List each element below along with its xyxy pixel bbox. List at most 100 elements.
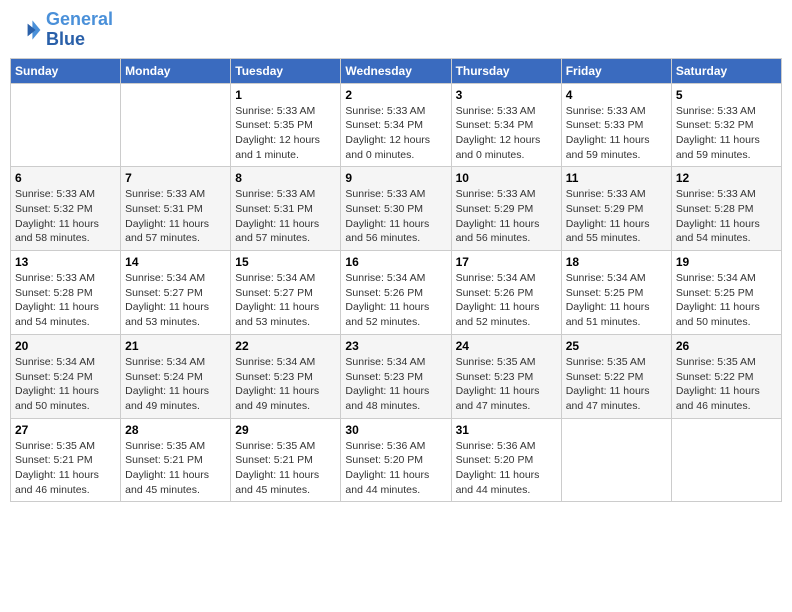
calendar-cell	[561, 418, 671, 502]
day-info: Sunrise: 5:34 AMSunset: 5:26 PMDaylight:…	[456, 271, 557, 330]
day-info: Sunrise: 5:33 AMSunset: 5:30 PMDaylight:…	[345, 187, 446, 246]
calendar-cell: 7 Sunrise: 5:33 AMSunset: 5:31 PMDaylight…	[121, 167, 231, 251]
calendar-cell: 18 Sunrise: 5:34 AMSunset: 5:25 PMDayligh…	[561, 251, 671, 335]
day-info: Sunrise: 5:35 AMSunset: 5:23 PMDaylight:…	[456, 355, 557, 414]
weekday-header-wednesday: Wednesday	[341, 58, 451, 83]
day-number: 18	[566, 255, 667, 269]
day-number: 21	[125, 339, 226, 353]
day-number: 13	[15, 255, 116, 269]
calendar-cell: 21 Sunrise: 5:34 AMSunset: 5:24 PMDayligh…	[121, 334, 231, 418]
day-info: Sunrise: 5:34 AMSunset: 5:25 PMDaylight:…	[566, 271, 667, 330]
calendar-cell: 19 Sunrise: 5:34 AMSunset: 5:25 PMDayligh…	[671, 251, 781, 335]
day-number: 5	[676, 88, 777, 102]
day-number: 4	[566, 88, 667, 102]
calendar-cell: 23 Sunrise: 5:34 AMSunset: 5:23 PMDayligh…	[341, 334, 451, 418]
day-info: Sunrise: 5:33 AMSunset: 5:31 PMDaylight:…	[125, 187, 226, 246]
day-number: 1	[235, 88, 336, 102]
calendar-cell: 26 Sunrise: 5:35 AMSunset: 5:22 PMDayligh…	[671, 334, 781, 418]
day-number: 17	[456, 255, 557, 269]
day-info: Sunrise: 5:33 AMSunset: 5:32 PMDaylight:…	[15, 187, 116, 246]
calendar-cell	[11, 83, 121, 167]
calendar-cell: 8 Sunrise: 5:33 AMSunset: 5:31 PMDaylight…	[231, 167, 341, 251]
day-info: Sunrise: 5:34 AMSunset: 5:24 PMDaylight:…	[125, 355, 226, 414]
day-number: 8	[235, 171, 336, 185]
day-number: 10	[456, 171, 557, 185]
day-info: Sunrise: 5:34 AMSunset: 5:27 PMDaylight:…	[125, 271, 226, 330]
calendar-cell: 9Sunrise: 5:33 AMSunset: 5:30 PMDaylight…	[341, 167, 451, 251]
calendar-cell: 14 Sunrise: 5:34 AMSunset: 5:27 PMDayligh…	[121, 251, 231, 335]
weekday-header-monday: Monday	[121, 58, 231, 83]
day-number: 27	[15, 423, 116, 437]
day-number: 16	[345, 255, 446, 269]
day-info: Sunrise: 5:34 AMSunset: 5:25 PMDaylight:…	[676, 271, 777, 330]
day-info: Sunrise: 5:35 AMSunset: 5:21 PMDaylight:…	[235, 439, 336, 498]
weekday-header-saturday: Saturday	[671, 58, 781, 83]
day-number: 6	[15, 171, 116, 185]
day-info: Sunrise: 5:35 AMSunset: 5:21 PMDaylight:…	[125, 439, 226, 498]
weekday-header-thursday: Thursday	[451, 58, 561, 83]
calendar-cell: 30Sunrise: 5:36 AMSunset: 5:20 PMDayligh…	[341, 418, 451, 502]
day-number: 15	[235, 255, 336, 269]
day-info: Sunrise: 5:33 AMSunset: 5:29 PMDaylight:…	[566, 187, 667, 246]
day-info: Sunrise: 5:33 AMSunset: 5:34 PMDaylight:…	[456, 104, 557, 163]
day-number: 7	[125, 171, 226, 185]
day-number: 2	[345, 88, 446, 102]
calendar-cell: 25 Sunrise: 5:35 AMSunset: 5:22 PMDayligh…	[561, 334, 671, 418]
weekday-header-tuesday: Tuesday	[231, 58, 341, 83]
day-info: Sunrise: 5:34 AMSunset: 5:27 PMDaylight:…	[235, 271, 336, 330]
day-info: Sunrise: 5:34 AMSunset: 5:24 PMDaylight:…	[15, 355, 116, 414]
calendar-cell: 31 Sunrise: 5:36 AMSunset: 5:20 PMDayligh…	[451, 418, 561, 502]
day-number: 29	[235, 423, 336, 437]
day-info: Sunrise: 5:34 AMSunset: 5:23 PMDaylight:…	[235, 355, 336, 414]
calendar-cell: 13 Sunrise: 5:33 AMSunset: 5:28 PMDayligh…	[11, 251, 121, 335]
day-number: 14	[125, 255, 226, 269]
day-number: 24	[456, 339, 557, 353]
calendar-cell: 20 Sunrise: 5:34 AMSunset: 5:24 PMDayligh…	[11, 334, 121, 418]
calendar-cell: 27 Sunrise: 5:35 AMSunset: 5:21 PMDayligh…	[11, 418, 121, 502]
day-info: Sunrise: 5:33 AMSunset: 5:28 PMDaylight:…	[676, 187, 777, 246]
page-header: General Blue	[10, 10, 782, 50]
day-info: Sunrise: 5:33 AMSunset: 5:32 PMDaylight:…	[676, 104, 777, 163]
day-number: 20	[15, 339, 116, 353]
weekday-header-friday: Friday	[561, 58, 671, 83]
day-info: Sunrise: 5:35 AMSunset: 5:21 PMDaylight:…	[15, 439, 116, 498]
day-info: Sunrise: 5:36 AMSunset: 5:20 PMDaylight:…	[456, 439, 557, 498]
day-info: Sunrise: 5:33 AMSunset: 5:35 PMDaylight:…	[235, 104, 336, 163]
day-info: Sunrise: 5:33 AMSunset: 5:28 PMDaylight:…	[15, 271, 116, 330]
calendar-cell: 15 Sunrise: 5:34 AMSunset: 5:27 PMDayligh…	[231, 251, 341, 335]
calendar-cell: 29 Sunrise: 5:35 AMSunset: 5:21 PMDayligh…	[231, 418, 341, 502]
logo: General Blue	[10, 10, 113, 50]
day-info: Sunrise: 5:34 AMSunset: 5:23 PMDaylight:…	[345, 355, 446, 414]
day-number: 12	[676, 171, 777, 185]
day-number: 11	[566, 171, 667, 185]
day-info: Sunrise: 5:35 AMSunset: 5:22 PMDaylight:…	[676, 355, 777, 414]
day-number: 23	[345, 339, 446, 353]
calendar-cell: 11 Sunrise: 5:33 AMSunset: 5:29 PMDayligh…	[561, 167, 671, 251]
day-info: Sunrise: 5:34 AMSunset: 5:26 PMDaylight:…	[345, 271, 446, 330]
calendar-cell: 10 Sunrise: 5:33 AMSunset: 5:29 PMDayligh…	[451, 167, 561, 251]
calendar-cell: 28Sunrise: 5:35 AMSunset: 5:21 PMDayligh…	[121, 418, 231, 502]
calendar-cell	[121, 83, 231, 167]
calendar-cell: 2 Sunrise: 5:33 AMSunset: 5:34 PMDaylight…	[341, 83, 451, 167]
day-number: 22	[235, 339, 336, 353]
day-info: Sunrise: 5:35 AMSunset: 5:22 PMDaylight:…	[566, 355, 667, 414]
calendar-cell: 1 Sunrise: 5:33 AMSunset: 5:35 PMDaylight…	[231, 83, 341, 167]
day-number: 30	[345, 423, 446, 437]
calendar-table: SundayMondayTuesdayWednesdayThursdayFrid…	[10, 58, 782, 503]
day-number: 3	[456, 88, 557, 102]
day-info: Sunrise: 5:33 AMSunset: 5:34 PMDaylight:…	[345, 104, 446, 163]
day-number: 31	[456, 423, 557, 437]
day-info: Sunrise: 5:33 AMSunset: 5:33 PMDaylight:…	[566, 104, 667, 163]
weekday-header-sunday: Sunday	[11, 58, 121, 83]
calendar-cell: 16 Sunrise: 5:34 AMSunset: 5:26 PMDayligh…	[341, 251, 451, 335]
day-info: Sunrise: 5:33 AMSunset: 5:31 PMDaylight:…	[235, 187, 336, 246]
calendar-cell	[671, 418, 781, 502]
logo-icon	[10, 14, 42, 46]
day-number: 26	[676, 339, 777, 353]
day-number: 25	[566, 339, 667, 353]
day-number: 19	[676, 255, 777, 269]
day-info: Sunrise: 5:33 AMSunset: 5:29 PMDaylight:…	[456, 187, 557, 246]
calendar-cell: 17 Sunrise: 5:34 AMSunset: 5:26 PMDayligh…	[451, 251, 561, 335]
calendar-cell: 12 Sunrise: 5:33 AMSunset: 5:28 PMDayligh…	[671, 167, 781, 251]
calendar-cell: 22 Sunrise: 5:34 AMSunset: 5:23 PMDayligh…	[231, 334, 341, 418]
